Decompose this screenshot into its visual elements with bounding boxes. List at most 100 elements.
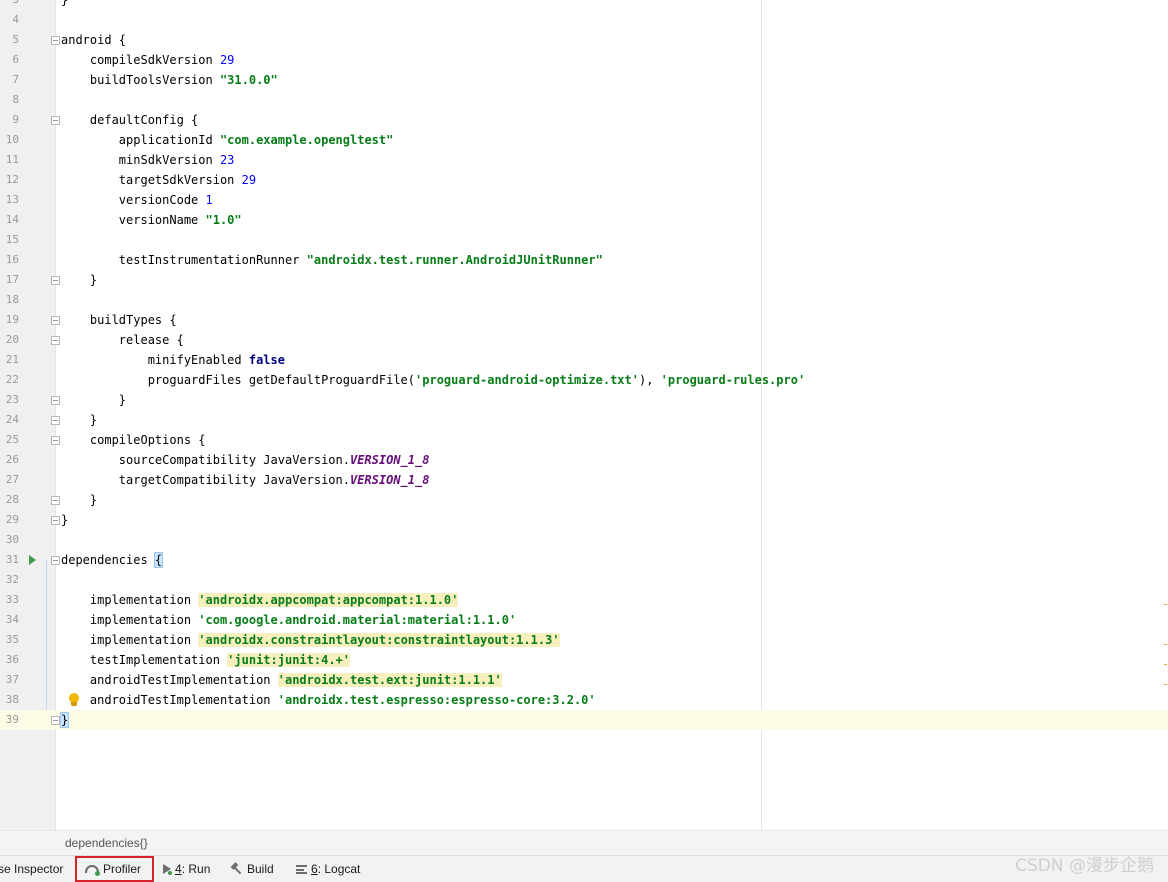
code-line[interactable]: 24 } bbox=[0, 410, 1168, 430]
fold-marker-icon[interactable] bbox=[51, 416, 60, 425]
error-stripe-mark[interactable] bbox=[1164, 664, 1167, 665]
line-number[interactable]: 4 bbox=[0, 12, 19, 28]
line-number[interactable]: 17 bbox=[0, 272, 19, 288]
error-stripe-mark[interactable] bbox=[1164, 644, 1167, 645]
code-line[interactable]: 14 versionName "1.0" bbox=[0, 210, 1168, 230]
code-line[interactable]: 28 } bbox=[0, 490, 1168, 510]
line-number[interactable]: 26 bbox=[0, 452, 19, 468]
code-line[interactable]: 26 sourceCompatibility JavaVersion.VERSI… bbox=[0, 450, 1168, 470]
fold-marker-icon[interactable] bbox=[51, 396, 60, 405]
code-line[interactable]: 19 buildTypes { bbox=[0, 310, 1168, 330]
line-number[interactable]: 14 bbox=[0, 212, 19, 228]
code-line[interactable]: 6 compileSdkVersion 29 bbox=[0, 50, 1168, 70]
line-number[interactable]: 39 bbox=[0, 712, 19, 728]
code-line[interactable]: 15 bbox=[0, 230, 1168, 250]
fold-marker-icon[interactable] bbox=[51, 436, 60, 445]
code-editor[interactable]: 3} 4 5 android { 6 compileSdkVersion 297 bui… bbox=[0, 0, 1168, 830]
code-line[interactable]: 7 buildToolsVersion "31.0.0" bbox=[0, 70, 1168, 90]
code-line[interactable]: 38 androidTestImplementation 'androidx.t… bbox=[0, 690, 1168, 710]
code-line[interactable]: 8 bbox=[0, 90, 1168, 110]
line-number[interactable]: 36 bbox=[0, 652, 19, 668]
error-stripe-mark[interactable] bbox=[1164, 684, 1167, 685]
code-line[interactable]: 31 dependencies { bbox=[0, 550, 1168, 570]
code-line[interactable]: 17 } bbox=[0, 270, 1168, 290]
code-line[interactable]: 23 } bbox=[0, 390, 1168, 410]
line-number[interactable]: 18 bbox=[0, 292, 19, 308]
fold-marker-icon[interactable] bbox=[51, 556, 60, 565]
line-number[interactable]: 38 bbox=[0, 692, 19, 708]
code-line[interactable]: 33 implementation 'androidx.appcompat:ap… bbox=[0, 590, 1168, 610]
code-line[interactable]: 11 minSdkVersion 23 bbox=[0, 150, 1168, 170]
code-line[interactable]: 29} bbox=[0, 510, 1168, 530]
line-number[interactable]: 21 bbox=[0, 352, 19, 368]
line-number[interactable]: 24 bbox=[0, 412, 19, 428]
line-number[interactable]: 16 bbox=[0, 252, 19, 268]
breadcrumb[interactable]: dependencies{} bbox=[65, 836, 148, 850]
line-number[interactable]: 29 bbox=[0, 512, 19, 528]
line-number[interactable]: 19 bbox=[0, 312, 19, 328]
logcat-button[interactable]: 6: Logcat bbox=[296, 856, 360, 882]
code-line[interactable]: 3} bbox=[0, 0, 1168, 10]
line-number[interactable]: 12 bbox=[0, 172, 19, 188]
profiler-button[interactable]: Profiler bbox=[75, 856, 154, 882]
line-number[interactable]: 10 bbox=[0, 132, 19, 148]
code-line[interactable]: 12 targetSdkVersion 29 bbox=[0, 170, 1168, 190]
fold-marker-icon[interactable] bbox=[51, 116, 60, 125]
fold-marker-icon[interactable] bbox=[51, 36, 60, 45]
line-number[interactable]: 11 bbox=[0, 152, 19, 168]
code-line[interactable]: 34 implementation 'com.google.android.ma… bbox=[0, 610, 1168, 630]
line-number[interactable]: 33 bbox=[0, 592, 19, 608]
line-number[interactable]: 23 bbox=[0, 392, 19, 408]
run-gutter-icon[interactable] bbox=[29, 555, 36, 565]
layout-inspector-button[interactable]: se Inspector bbox=[0, 856, 63, 882]
line-number[interactable]: 20 bbox=[0, 332, 19, 348]
code-line[interactable]: 32 bbox=[0, 570, 1168, 590]
fold-marker-icon[interactable] bbox=[51, 316, 60, 325]
code-line[interactable]: 5 android { bbox=[0, 30, 1168, 50]
line-number[interactable]: 3 bbox=[0, 0, 19, 8]
line-number[interactable]: 27 bbox=[0, 472, 19, 488]
line-number[interactable]: 31 bbox=[0, 552, 19, 568]
line-number[interactable]: 32 bbox=[0, 572, 19, 588]
code-line[interactable]: 35 implementation 'androidx.constraintla… bbox=[0, 630, 1168, 650]
build-button[interactable]: Build bbox=[231, 856, 274, 882]
line-number[interactable]: 28 bbox=[0, 492, 19, 508]
line-number[interactable]: 7 bbox=[0, 72, 19, 88]
line-number[interactable]: 13 bbox=[0, 192, 19, 208]
code-line[interactable]: 30 bbox=[0, 530, 1168, 550]
line-number[interactable]: 35 bbox=[0, 632, 19, 648]
line-number[interactable]: 37 bbox=[0, 672, 19, 688]
code-line[interactable]: 21 minifyEnabled false bbox=[0, 350, 1168, 370]
fold-marker-icon[interactable] bbox=[51, 496, 60, 505]
line-number[interactable]: 8 bbox=[0, 92, 19, 108]
line-number[interactable]: 6 bbox=[0, 52, 19, 68]
code-line[interactable]: 18 bbox=[0, 290, 1168, 310]
line-number[interactable]: 25 bbox=[0, 432, 19, 448]
code-token: "31.0.0" bbox=[219, 73, 278, 87]
code-line[interactable]: 37 androidTestImplementation 'androidx.t… bbox=[0, 670, 1168, 690]
line-number[interactable]: 22 bbox=[0, 372, 19, 388]
code-token: android { bbox=[61, 33, 127, 47]
fold-marker-icon[interactable] bbox=[51, 336, 60, 345]
line-number[interactable]: 5 bbox=[0, 32, 19, 48]
code-line[interactable]: 39} bbox=[0, 710, 1168, 730]
run-button[interactable]: 4: Run bbox=[163, 856, 210, 882]
code-line[interactable]: 16 testInstrumentationRunner "androidx.t… bbox=[0, 250, 1168, 270]
fold-marker-icon[interactable] bbox=[51, 276, 60, 285]
line-number[interactable]: 34 bbox=[0, 612, 19, 628]
error-stripe-mark[interactable] bbox=[1164, 604, 1167, 605]
code-line[interactable]: 9 defaultConfig { bbox=[0, 110, 1168, 130]
code-line[interactable]: 13 versionCode 1 bbox=[0, 190, 1168, 210]
code-line[interactable]: 20 release { bbox=[0, 330, 1168, 350]
line-number[interactable]: 15 bbox=[0, 232, 19, 248]
fold-marker-icon[interactable] bbox=[51, 516, 60, 525]
code-line[interactable]: 10 applicationId "com.example.opengltest… bbox=[0, 130, 1168, 150]
code-line[interactable]: 22 proguardFiles getDefaultProguardFile(… bbox=[0, 370, 1168, 390]
fold-marker-icon[interactable] bbox=[51, 716, 60, 725]
code-line[interactable]: 27 targetCompatibility JavaVersion.VERSI… bbox=[0, 470, 1168, 490]
code-line[interactable]: 36 testImplementation 'junit:junit:4.+' bbox=[0, 650, 1168, 670]
line-number[interactable]: 9 bbox=[0, 112, 19, 128]
line-number[interactable]: 30 bbox=[0, 532, 19, 548]
code-line[interactable]: 25 compileOptions { bbox=[0, 430, 1168, 450]
code-line[interactable]: 4 bbox=[0, 10, 1168, 30]
